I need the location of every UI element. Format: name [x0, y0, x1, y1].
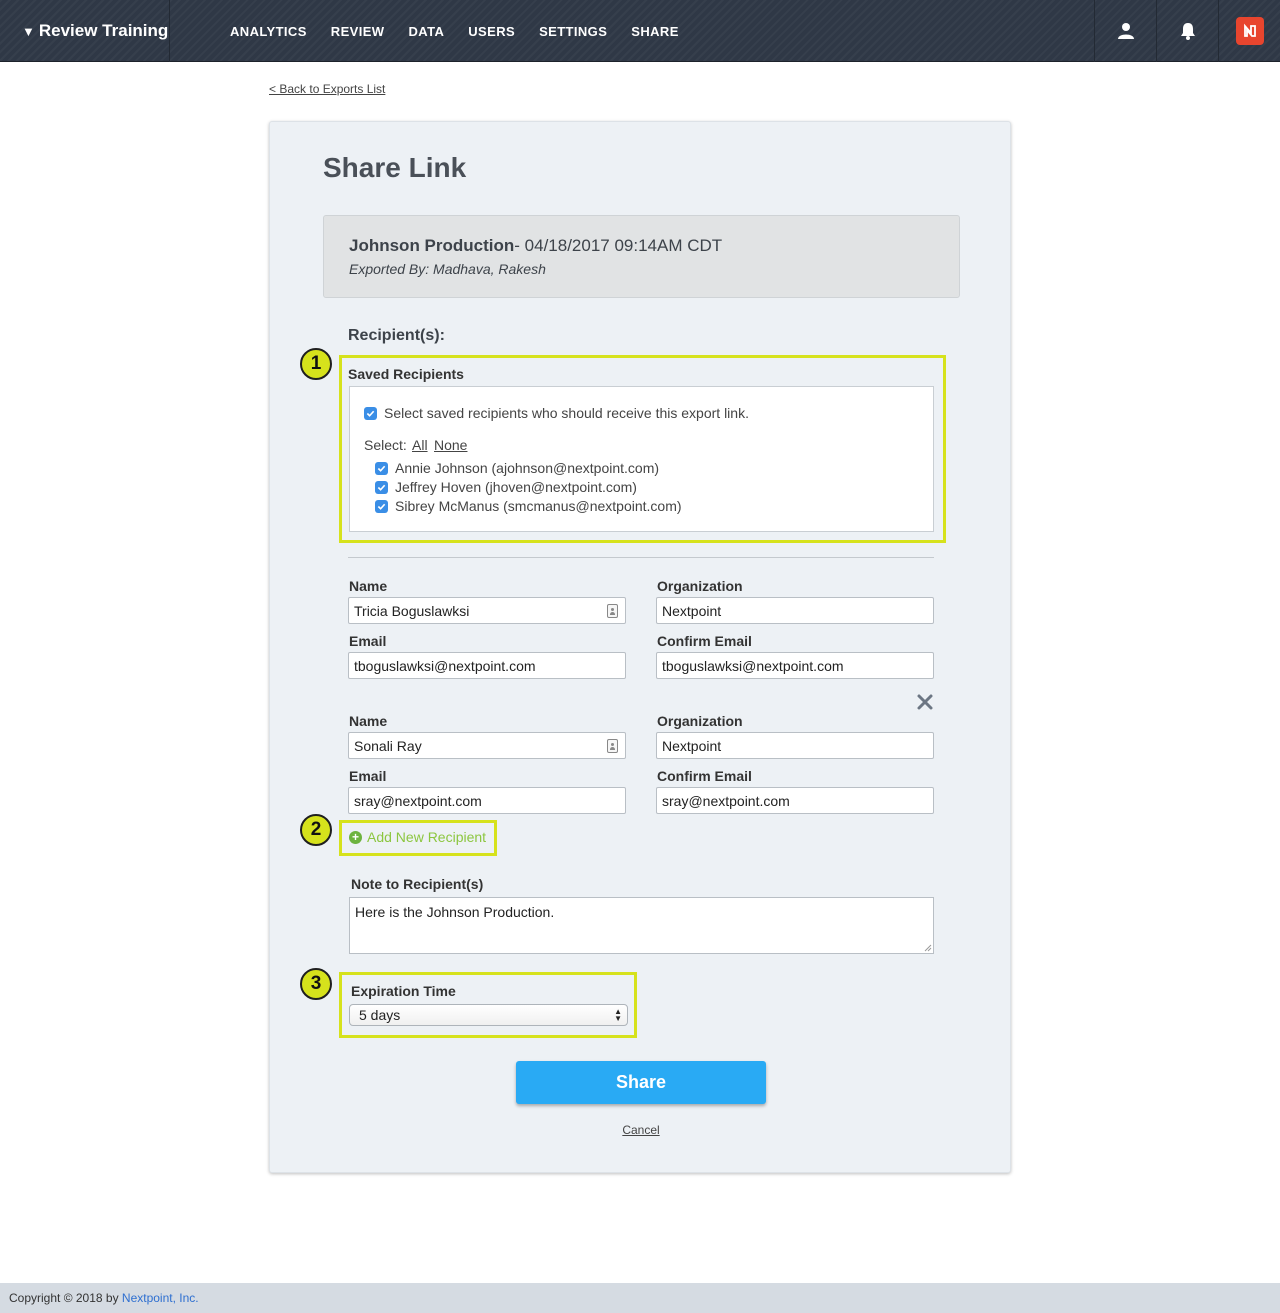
email-label: Email: [349, 768, 387, 784]
add-new-recipient-button[interactable]: + Add New Recipient: [349, 829, 486, 845]
callout-badge-1: 1: [300, 348, 332, 380]
saved-recipients-toggle-checkbox[interactable]: [364, 407, 377, 420]
resize-grip-icon[interactable]: [924, 944, 932, 952]
input-value: Sonali Ray: [354, 738, 422, 754]
caret-down-icon: ▼: [22, 23, 35, 39]
organization-label: Organization: [657, 578, 743, 594]
name-label: Name: [349, 578, 388, 594]
nextpoint-logo-icon: [1235, 17, 1264, 45]
contact-card-icon[interactable]: [607, 604, 618, 618]
saved-recipients-title: Saved Recipients: [348, 366, 464, 382]
recipient-checkbox-sibrey-mcmanus[interactable]: [375, 500, 388, 513]
check-icon: [377, 484, 386, 491]
select-arrows-icon: ▲ ▼: [614, 1007, 622, 1023]
bell-icon: [1180, 23, 1195, 40]
select-none-link[interactable]: None: [434, 437, 467, 453]
nav-right-actions: [1094, 0, 1280, 62]
confirm-email-label: Confirm Email: [657, 768, 752, 784]
company-link[interactable]: Nextpoint, Inc.: [122, 1291, 199, 1305]
nav-users[interactable]: USERS: [468, 24, 515, 39]
check-icon: [377, 465, 386, 472]
email-label: Email: [349, 633, 387, 649]
callout-badge-2: 2: [300, 814, 332, 846]
user-icon: [1117, 23, 1134, 39]
remove-recipient-icon[interactable]: [915, 692, 935, 712]
contact-card-icon[interactable]: [607, 739, 618, 753]
recipient-label: Annie Johnson (ajohnson@nextpoint.com): [395, 460, 660, 476]
recipient-checkbox-jeffrey-hoven[interactable]: [375, 481, 388, 494]
select-label: Select:: [364, 437, 407, 453]
input-value: Tricia Boguslawksi: [354, 603, 470, 619]
recipient-2-confirm-email-input[interactable]: sray@nextpoint.com: [656, 787, 934, 814]
callout-badge-3: 3: [300, 968, 332, 1000]
expiration-value: 5 days: [359, 1007, 401, 1023]
app-logo-button[interactable]: [1218, 0, 1280, 62]
recipient-checkbox-annie-johnson[interactable]: [375, 462, 388, 475]
recipient-1-organization-input[interactable]: Nextpoint: [656, 597, 934, 624]
saved-recipients-toggle-label: Select saved recipients who should recei…: [384, 405, 749, 421]
expiration-select[interactable]: 5 days ▲ ▼: [349, 1004, 628, 1026]
export-name: Johnson Production: [349, 236, 515, 255]
export-summary: Johnson Production- 04/18/2017 09:14AM C…: [323, 215, 960, 298]
recipient-1-email-input[interactable]: tboguslawksi@nextpoint.com: [348, 652, 626, 679]
organization-label: Organization: [657, 713, 743, 729]
nav-analytics[interactable]: ANALYTICS: [230, 24, 307, 39]
saved-recipients-box: Select saved recipients who should recei…: [349, 386, 934, 532]
top-navigation-bar: ▼ Review Training ANALYTICS REVIEW DATA …: [0, 0, 1280, 62]
recipient-1-name-input[interactable]: Tricia Boguslawksi: [348, 597, 626, 624]
check-icon: [366, 410, 375, 417]
nav-review[interactable]: REVIEW: [331, 24, 385, 39]
name-label: Name: [349, 713, 388, 729]
export-date: - 04/18/2017 09:14AM CDT: [514, 236, 723, 255]
exported-by: Exported By: Madhava, Rakesh: [349, 261, 546, 277]
notifications-button[interactable]: [1156, 0, 1218, 62]
page-title: Share Link: [323, 152, 467, 183]
recipient-label: Sibrey McManus (smcmanus@nextpoint.com): [395, 498, 682, 514]
back-to-exports-link[interactable]: < Back to Exports List: [269, 82, 385, 96]
recipient-2-email-input[interactable]: sray@nextpoint.com: [348, 787, 626, 814]
project-switcher[interactable]: ▼ Review Training: [0, 0, 170, 62]
project-name: Review Training: [38, 21, 169, 40]
add-new-recipient-label: Add New Recipient: [367, 829, 487, 845]
nav-settings[interactable]: SETTINGS: [539, 24, 607, 39]
plus-circle-icon: +: [349, 830, 362, 844]
main-nav: ANALYTICS REVIEW DATA USERS SETTINGS SHA…: [230, 0, 703, 62]
recipient-2-name-input[interactable]: Sonali Ray: [348, 732, 626, 759]
user-menu-button[interactable]: [1094, 0, 1156, 62]
note-textarea[interactable]: Here is the Johnson Production.: [349, 897, 934, 954]
recipient-label: Jeffrey Hoven (jhoven@nextpoint.com): [395, 479, 637, 495]
note-label: Note to Recipient(s): [351, 876, 484, 892]
share-button[interactable]: Share: [516, 1061, 766, 1104]
recipient-2-organization-input[interactable]: Nextpoint: [656, 732, 934, 759]
check-icon: [377, 503, 386, 510]
nav-data[interactable]: DATA: [408, 24, 444, 39]
cancel-link[interactable]: Cancel: [270, 1123, 1012, 1137]
export-title: Johnson Production- 04/18/2017 09:14AM C…: [349, 236, 722, 256]
recipient-1-confirm-email-input[interactable]: tboguslawksi@nextpoint.com: [656, 652, 934, 679]
confirm-email-label: Confirm Email: [657, 633, 752, 649]
expiration-label: Expiration Time: [351, 983, 456, 999]
share-link-card: Share Link Johnson Production- 04/18/201…: [269, 121, 1011, 1173]
copyright-text: Copyright © 2018 by: [9, 1291, 122, 1305]
select-all-link[interactable]: All: [412, 437, 428, 453]
nav-share[interactable]: SHARE: [631, 24, 679, 39]
footer: Copyright © 2018 by Nextpoint, Inc.: [0, 1283, 1280, 1313]
section-divider: [348, 557, 934, 558]
note-value: Here is the Johnson Production.: [355, 904, 555, 920]
recipients-heading: Recipient(s):: [348, 327, 445, 344]
